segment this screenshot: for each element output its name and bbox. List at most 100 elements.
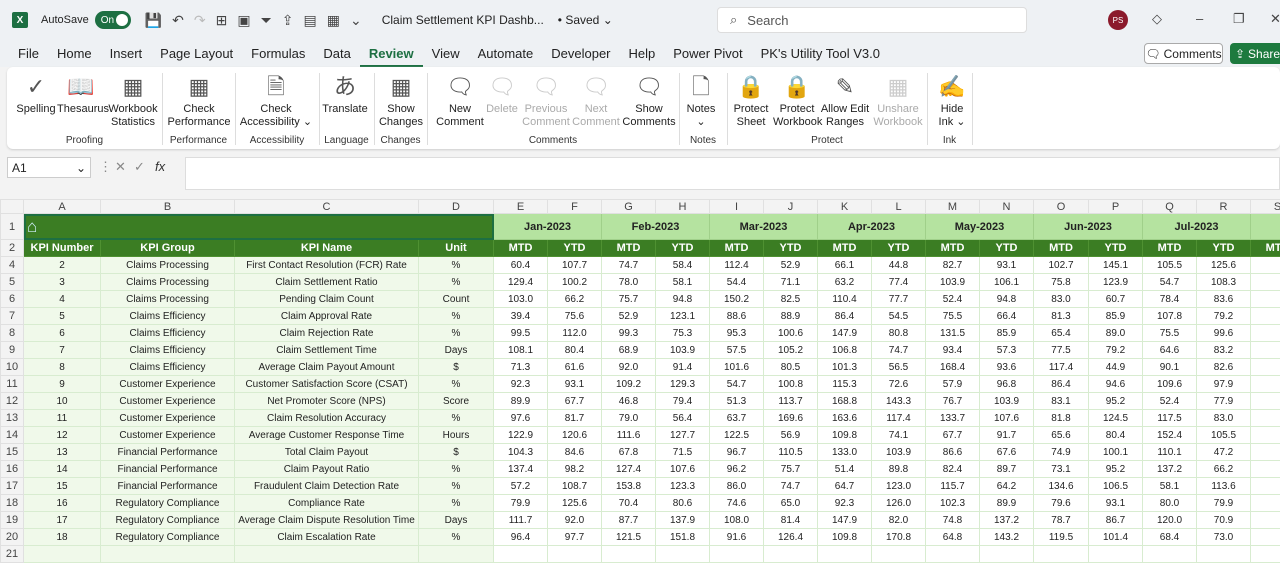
- ytd-value-cell[interactable]: 126.4: [764, 529, 818, 546]
- formula-input[interactable]: [185, 157, 1280, 190]
- ytd-value-cell[interactable]: 74.1: [872, 427, 926, 444]
- document-title[interactable]: Claim Settlement KPI Dashb...: [382, 13, 544, 27]
- kpi-name-cell[interactable]: Claim Rejection Rate: [235, 325, 419, 342]
- previous-comment-button[interactable]: 🗨PreviousComment: [521, 71, 571, 129]
- ytd-value-cell[interactable]: 56.5: [872, 359, 926, 376]
- tab-review[interactable]: Review: [360, 40, 423, 67]
- mtd-value-cell[interactable]: 64.8: [926, 529, 980, 546]
- ytd-value-cell[interactable]: 170.8: [872, 529, 926, 546]
- mtd-value-cell[interactable]: 84.: [1251, 308, 1280, 325]
- unit-cell[interactable]: %: [419, 410, 494, 427]
- ytd-value-cell[interactable]: 79.2: [1089, 342, 1143, 359]
- column-header-h[interactable]: H: [656, 200, 710, 214]
- column-header-q[interactable]: Q: [1143, 200, 1197, 214]
- ytd-value-cell[interactable]: 58.4: [656, 257, 710, 274]
- unit-cell[interactable]: Hours: [419, 427, 494, 444]
- ytd-value-cell[interactable]: 85.9: [980, 325, 1034, 342]
- ytd-value-cell[interactable]: 151.8: [656, 529, 710, 546]
- share-export-icon[interactable]: ⇪: [282, 12, 294, 29]
- enter-icon[interactable]: ✓: [134, 159, 145, 175]
- row-header[interactable]: 19: [1, 512, 24, 529]
- ytd-value-cell[interactable]: 74.7: [764, 478, 818, 495]
- share-button[interactable]: ⇪Share: [1230, 43, 1280, 64]
- new-comment-button[interactable]: 🗨NewComment: [432, 71, 488, 129]
- row-header[interactable]: 21: [1, 546, 24, 563]
- ytd-value-cell[interactable]: 143.2: [980, 529, 1034, 546]
- column-header-n[interactable]: N: [980, 200, 1034, 214]
- mtd-value-cell[interactable]: 51.4: [818, 461, 872, 478]
- ytd-value-cell[interactable]: 88.9: [764, 308, 818, 325]
- ytd-value-cell[interactable]: 105.5: [1197, 427, 1251, 444]
- mtd-value-cell[interactable]: 52.4: [926, 291, 980, 308]
- close-icon[interactable]: ✕: [1270, 11, 1280, 27]
- mtd-value-cell[interactable]: [1143, 546, 1197, 563]
- mtd-value-cell[interactable]: 93.: [1251, 342, 1280, 359]
- ytd-value-cell[interactable]: 89.8: [872, 461, 926, 478]
- ytd-value-cell[interactable]: 92.0: [548, 512, 602, 529]
- mtd-value-cell[interactable]: 68.4: [1143, 529, 1197, 546]
- ytd-value-cell[interactable]: 61.6: [548, 359, 602, 376]
- ytd-value-cell[interactable]: 66.4: [980, 308, 1034, 325]
- ytd-value-cell[interactable]: 54.5: [872, 308, 926, 325]
- ytd-value-cell[interactable]: 94.6: [1089, 376, 1143, 393]
- unit-cell[interactable]: Days: [419, 512, 494, 529]
- kpi-number-cell[interactable]: 16: [24, 495, 101, 512]
- row-header[interactable]: 9: [1, 342, 24, 359]
- kpi-number-cell[interactable]: 10: [24, 393, 101, 410]
- mtd-value-cell[interactable]: 80.0: [1143, 495, 1197, 512]
- row-header[interactable]: 15: [1, 444, 24, 461]
- kpi-number-cell[interactable]: 11: [24, 410, 101, 427]
- ytd-value-cell[interactable]: 100.2: [548, 274, 602, 291]
- ytd-value-cell[interactable]: 169.6: [764, 410, 818, 427]
- mtd-value-cell[interactable]: 70.4: [602, 495, 656, 512]
- accessibility-button[interactable]: 🗎CheckAccessibility ⌄: [237, 71, 315, 129]
- unit-cell[interactable]: Days: [419, 342, 494, 359]
- row-header[interactable]: 5: [1, 274, 24, 291]
- mtd-value-cell[interactable]: 109.8: [818, 529, 872, 546]
- kpi-number-cell[interactable]: 14: [24, 461, 101, 478]
- row-header[interactable]: 2: [1, 240, 24, 257]
- diamond-icon[interactable]: ◇: [1152, 11, 1162, 27]
- kpi-number-cell[interactable]: 15: [24, 478, 101, 495]
- ytd-value-cell[interactable]: 93.1: [980, 257, 1034, 274]
- kpi-name-cell[interactable]: Pending Claim Count: [235, 291, 419, 308]
- tab-pk-s-utility-tool-v3-0[interactable]: PK's Utility Tool V3.0: [752, 40, 889, 67]
- mtd-value-cell[interactable]: 58.1: [1143, 478, 1197, 495]
- ytd-value-cell[interactable]: 91.4: [656, 359, 710, 376]
- mtd-value-cell[interactable]: 54.7: [1143, 274, 1197, 291]
- kpi-number-cell[interactable]: 4: [24, 291, 101, 308]
- ytd-value-cell[interactable]: 106.5: [1089, 478, 1143, 495]
- mtd-value-cell[interactable]: 52.4: [1143, 393, 1197, 410]
- mtd-value-cell[interactable]: 74.6: [710, 495, 764, 512]
- mtd-value-cell[interactable]: 131.5: [926, 325, 980, 342]
- ytd-value-cell[interactable]: 106.1: [980, 274, 1034, 291]
- ytd-value-cell[interactable]: 72.6: [872, 376, 926, 393]
- mtd-value-cell[interactable]: 168.8: [818, 393, 872, 410]
- mtd-value-cell[interactable]: 39.4: [494, 308, 548, 325]
- mtd-value-cell[interactable]: 122.5: [710, 427, 764, 444]
- ytd-value-cell[interactable]: 44.9: [1089, 359, 1143, 376]
- mtd-value-cell[interactable]: 107.8: [1143, 308, 1197, 325]
- unit-cell[interactable]: %: [419, 478, 494, 495]
- ytd-value-cell[interactable]: 75.6: [548, 308, 602, 325]
- mtd-value-cell[interactable]: 96.2: [710, 461, 764, 478]
- ytd-value-cell[interactable]: 99.6: [1197, 325, 1251, 342]
- ytd-value-cell[interactable]: 60.7: [1089, 291, 1143, 308]
- autosave-toggle[interactable]: On: [95, 11, 131, 29]
- borders-icon[interactable]: ⊞: [216, 12, 228, 29]
- ytd-value-cell[interactable]: 79.2: [1197, 308, 1251, 325]
- edit-ranges-button[interactable]: ✎Allow EditRanges: [817, 71, 873, 129]
- home-icon[interactable]: ⌂: [24, 217, 37, 236]
- mtd-value-cell[interactable]: 88.6: [710, 308, 764, 325]
- ytd-value-cell[interactable]: 107.6: [656, 461, 710, 478]
- mtd-value-cell[interactable]: 129.4: [494, 274, 548, 291]
- tab-automate[interactable]: Automate: [469, 40, 543, 67]
- tab-developer[interactable]: Developer: [542, 40, 619, 67]
- customize-qat-icon[interactable]: ⌄: [350, 12, 362, 29]
- mtd-value-cell[interactable]: 99.5: [494, 325, 548, 342]
- ytd-value-cell[interactable]: 71.5: [656, 444, 710, 461]
- mtd-value-cell[interactable]: 111.7: [494, 512, 548, 529]
- ytd-value-cell[interactable]: 80.6: [656, 495, 710, 512]
- ytd-value-cell[interactable]: 127.7: [656, 427, 710, 444]
- ytd-value-cell[interactable]: 129.3: [656, 376, 710, 393]
